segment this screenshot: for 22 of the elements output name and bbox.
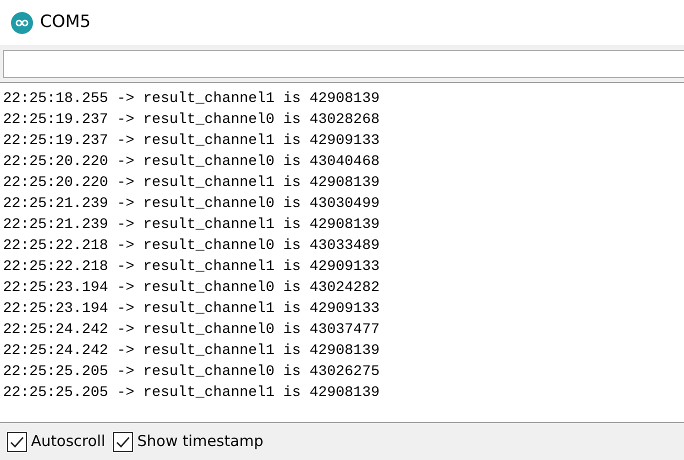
output-line: 22:25:19.237 -> result_channel0 is 43028268: [2, 111, 381, 130]
output-line: 22:25:23.194 -> result_channel0 is 43024282: [2, 279, 381, 298]
output-line: 22:25:25.205 -> result_channel1 is 42908139: [2, 384, 381, 403]
output-line: 22:25:21.239 -> result_channel0 is 43030499: [2, 195, 381, 214]
output-line: 22:25:22.218 -> result_channel0 is 43033489: [2, 237, 381, 256]
output-line: 22:25:22.218 -> result_channel1 is 42909133: [2, 258, 381, 277]
input-field[interactable]: [3, 50, 684, 78]
output-line: 22:25:20.220 -> result_channel0 is 43040468: [2, 153, 381, 172]
checkbox[interactable]: [7, 432, 27, 452]
output-line: 22:25:21.239 -> result_channel1 is 42908139: [2, 216, 381, 235]
output-line: 22:25:19.237 -> result_channel1 is 42909133: [2, 132, 381, 151]
output-line: 22:25:23.194 -> result_channel1 is 42909133: [2, 300, 381, 319]
output-line: 22:25:25.205 -> result_channel0 is 43026275: [2, 363, 381, 382]
checkbox-label: Autoscroll: [31, 431, 106, 452]
output-line: 22:25:24.242 -> result_channel1 is 42908139: [2, 342, 381, 361]
app-logo-icon: [11, 12, 33, 34]
checkbox-label: Show timestamp: [137, 431, 264, 452]
output-line: 22:25:18.255 -> result_channel1 is 42908139: [2, 90, 381, 109]
checkbox[interactable]: [113, 432, 134, 452]
window-title: COM5: [40, 10, 91, 34]
output-line: 22:25:24.242 -> result_channel0 is 43037477: [2, 321, 381, 340]
output-line: 22:25:20.220 -> result_channel1 is 42908139: [2, 174, 381, 193]
